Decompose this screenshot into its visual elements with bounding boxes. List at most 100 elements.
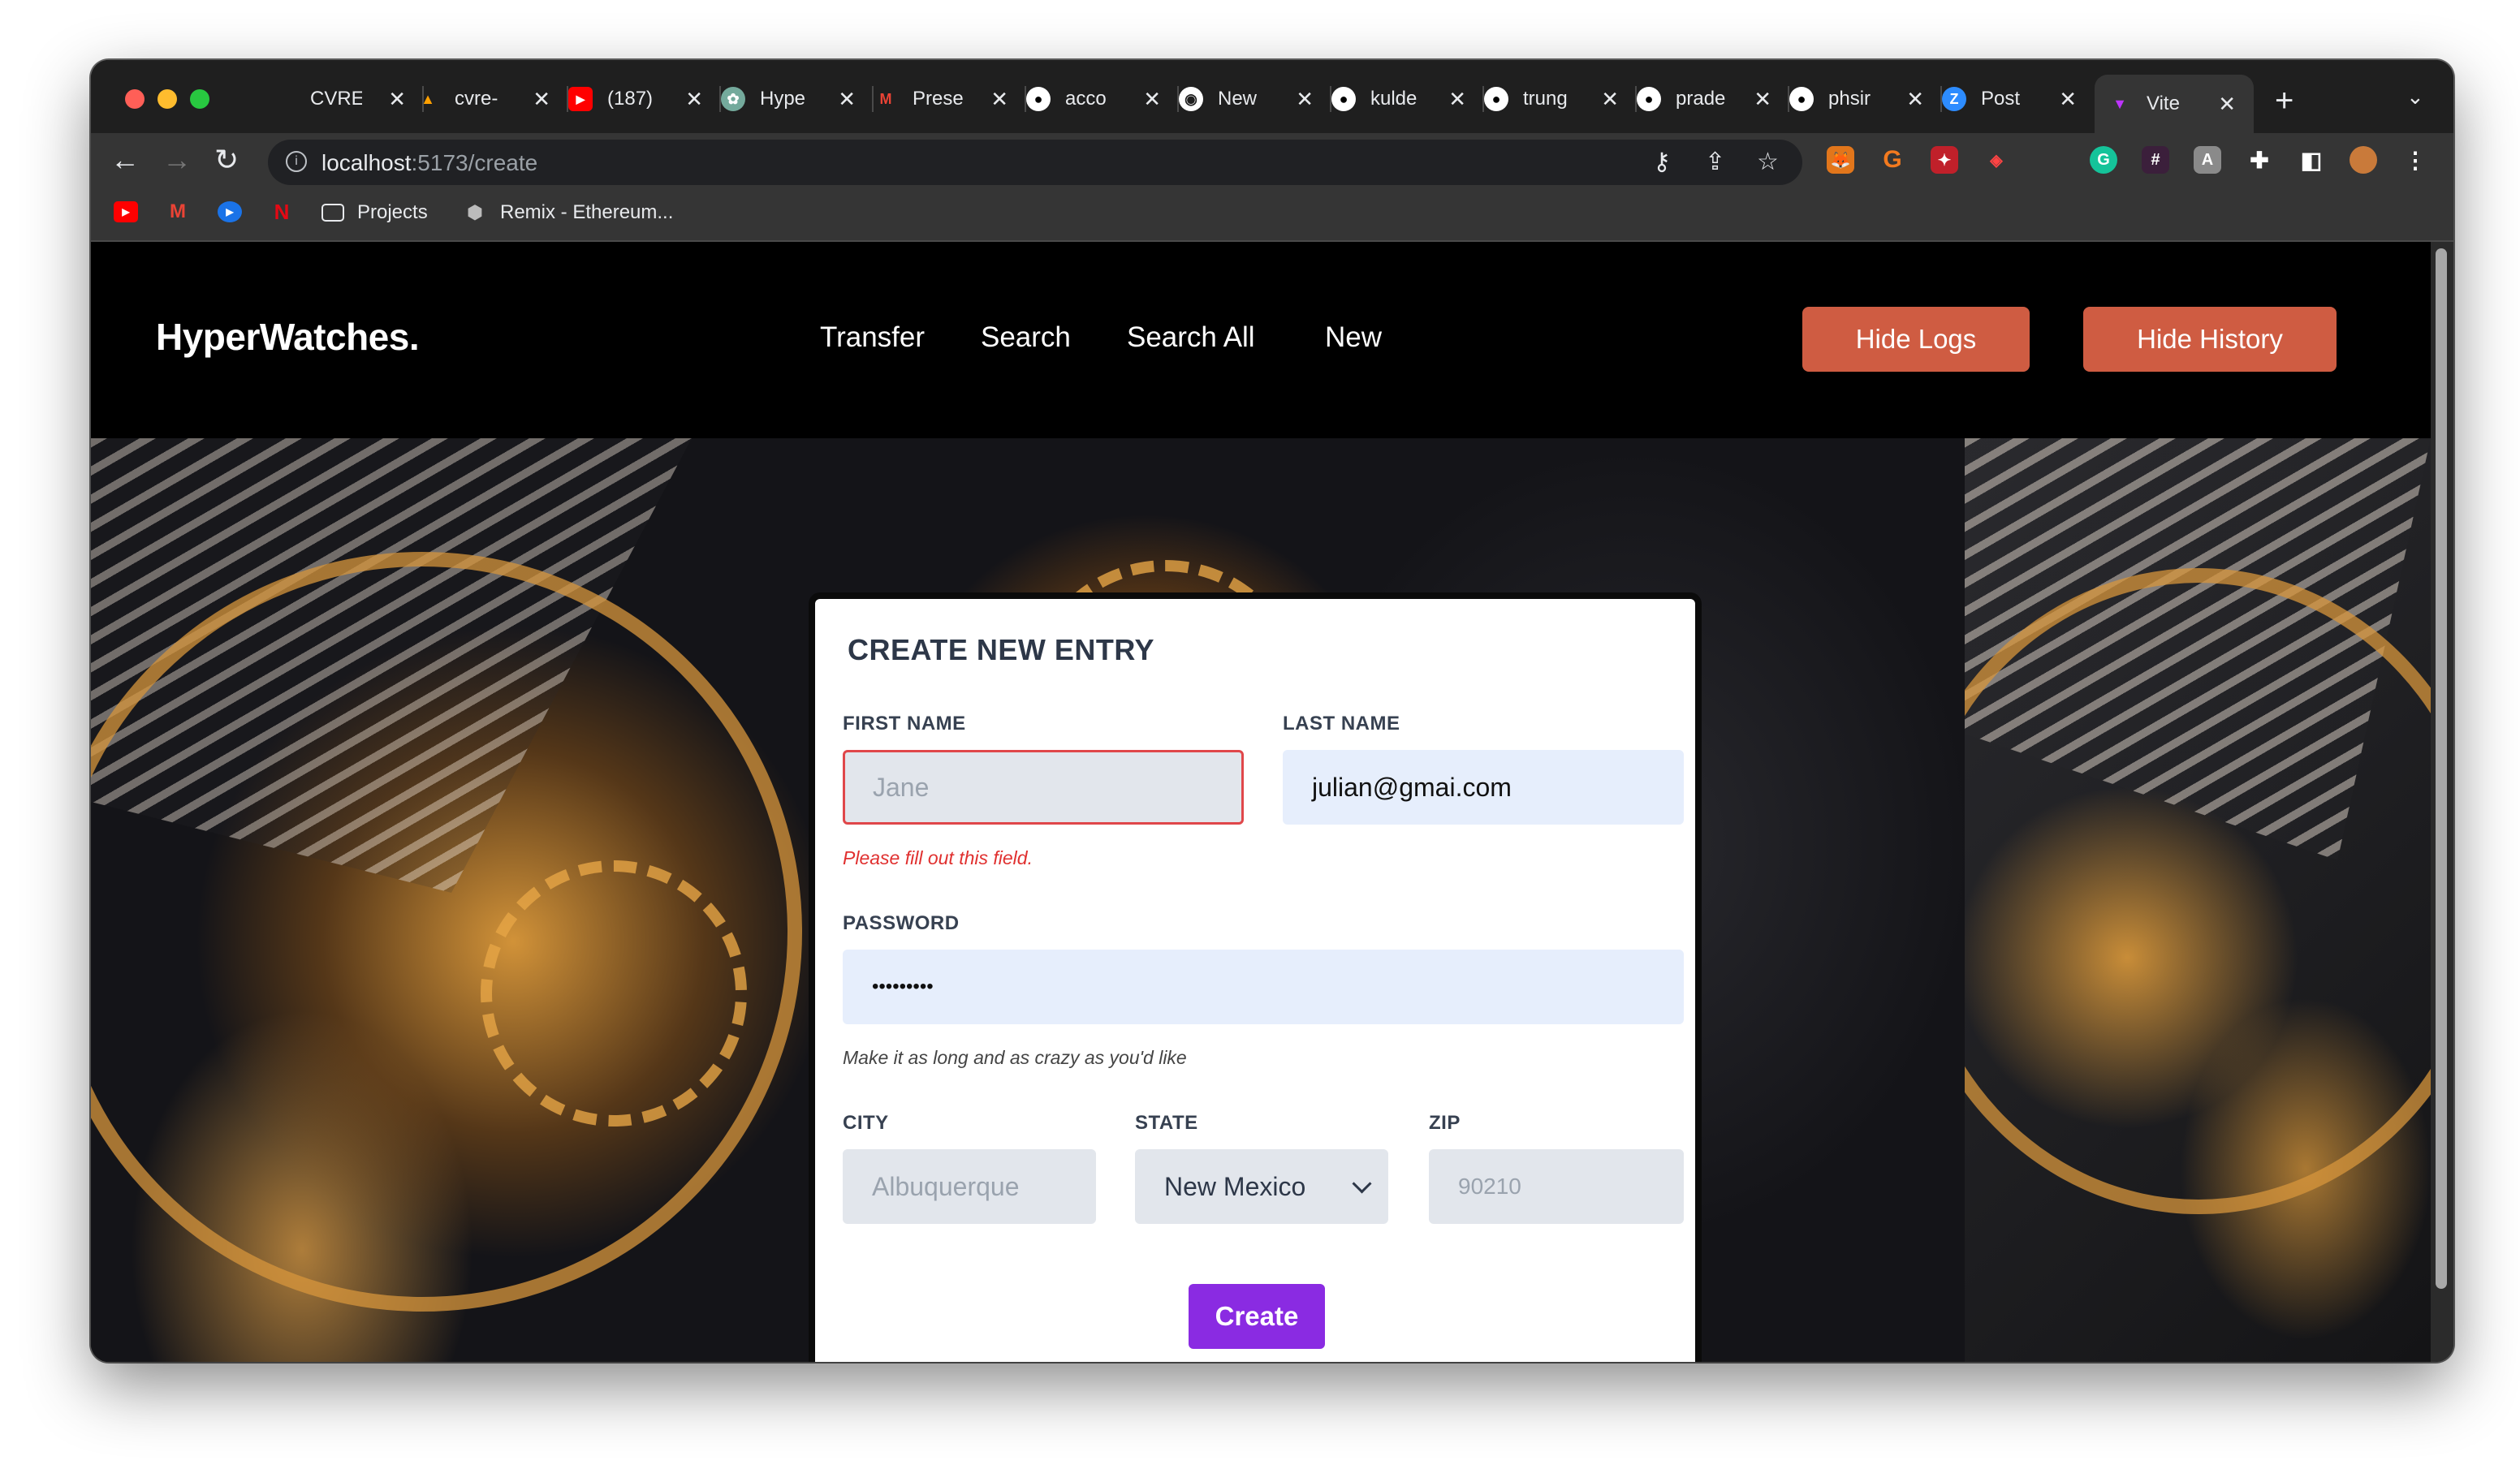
vite-icon: ▼ xyxy=(2112,95,2127,112)
zip-placeholder: 90210 xyxy=(1458,1174,1521,1199)
nav-transfer[interactable]: Transfer xyxy=(820,321,925,354)
color-picker-icon[interactable]: ◈ xyxy=(1983,146,2010,174)
bookmark-netflix[interactable]: N xyxy=(270,200,294,224)
forward-button[interactable]: → xyxy=(162,143,192,177)
close-icon[interactable]: ✕ xyxy=(1296,87,1314,112)
close-icon[interactable]: ✕ xyxy=(685,87,703,112)
tab-github-trung[interactable]: ● trung ✕ xyxy=(1484,75,1637,123)
tab-label: kulde xyxy=(1370,88,1418,110)
tab-chatgpt[interactable]: ✿ Hype ✕ xyxy=(721,75,874,123)
tab-youtube[interactable]: ▶ (187) ✕ xyxy=(568,75,721,123)
more-menu-icon[interactable]: ⋮ xyxy=(2401,146,2429,174)
close-icon[interactable]: ✕ xyxy=(388,87,406,112)
tab-github-acco[interactable]: ● acco ✕ xyxy=(1026,75,1179,123)
firebase-icon: ▲ xyxy=(421,90,435,107)
site-navbar: HyperWatches. Transfer Search Search All… xyxy=(91,242,2431,438)
tab-cvre-firebase[interactable]: ▲ cvre- ✕ xyxy=(416,75,568,123)
tab-github-kulde[interactable]: ● kulde ✕ xyxy=(1331,75,1484,123)
info-icon[interactable]: i xyxy=(286,151,307,172)
play-icon: ▶ xyxy=(218,201,242,222)
tab-label: trung xyxy=(1523,88,1568,110)
zip-label: ZIP xyxy=(1429,1112,1461,1134)
hash-icon[interactable]: # xyxy=(2142,146,2169,174)
key-icon[interactable]: ⚷ xyxy=(1653,148,1671,176)
folder-icon xyxy=(321,204,344,222)
tab-github-phsir[interactable]: ● phsir ✕ xyxy=(1789,75,1942,123)
zip-input[interactable]: 90210 xyxy=(1429,1149,1684,1224)
chevron-down-icon[interactable]: ⌄ xyxy=(2406,84,2424,110)
nav-search-all[interactable]: Search All xyxy=(1127,321,1255,354)
side-panel-icon[interactable]: ◧ xyxy=(2298,146,2325,174)
hide-logs-button[interactable]: Hide Logs xyxy=(1802,307,2030,372)
bookmark-projects[interactable]: Projects xyxy=(321,201,428,224)
github-icon: ● xyxy=(1026,87,1051,111)
maximize-window-button[interactable] xyxy=(190,89,209,109)
reload-button[interactable]: ↻ xyxy=(214,143,239,177)
gmail-icon: M xyxy=(170,200,186,222)
url-text[interactable]: localhost:5173/create xyxy=(321,150,537,176)
close-icon[interactable]: ✕ xyxy=(1601,87,1619,112)
tab-label: New xyxy=(1218,88,1258,110)
bookmark-gmail[interactable]: M xyxy=(166,200,190,222)
nav-new[interactable]: New xyxy=(1325,321,1382,354)
close-icon[interactable]: ✕ xyxy=(1448,87,1466,112)
close-icon[interactable]: ✕ xyxy=(990,87,1008,112)
city-input[interactable]: Albuquerque xyxy=(843,1149,1096,1224)
bookmark-play[interactable]: ▶ xyxy=(218,201,242,222)
tab-cvre[interactable]: CVRE ✕ xyxy=(271,75,424,123)
bookmark-remix[interactable]: ⬢ Remix - Ethereum... xyxy=(463,201,673,224)
close-icon[interactable]: ✕ xyxy=(2059,87,2077,112)
nav-search[interactable]: Search xyxy=(981,321,1071,354)
tab-label: phsir xyxy=(1828,88,1871,110)
tab-github-prade[interactable]: ● prade ✕ xyxy=(1637,75,1789,123)
grammarly-icon[interactable]: G xyxy=(2090,146,2117,174)
close-icon[interactable]: ✕ xyxy=(838,87,856,112)
tab-label: cvre- xyxy=(455,88,498,110)
close-icon[interactable]: ✕ xyxy=(2218,92,2236,117)
bookmark-youtube[interactable]: ▶ xyxy=(114,201,138,222)
share-icon[interactable]: ⇪ xyxy=(1705,148,1725,176)
city-placeholder: Albuquerque xyxy=(872,1171,1020,1201)
metamask-icon[interactable]: 🦊 xyxy=(1827,146,1854,174)
scrollbar-thumb[interactable] xyxy=(2436,248,2447,1289)
profile-avatar[interactable] xyxy=(2350,146,2377,174)
tab-gmail[interactable]: M Prese ✕ xyxy=(874,75,1026,123)
tab-label: Prese xyxy=(913,88,964,110)
back-button[interactable]: ← xyxy=(110,143,140,177)
chatgpt-icon: ✿ xyxy=(721,87,745,111)
tab-strip: CVRE ✕ ▲ cvre- ✕ ▶ (187) ✕ ✿ Hype ✕ M Pr… xyxy=(91,60,2453,133)
address-bar[interactable]: i localhost:5173/create ⚷ ⇪ ☆ xyxy=(268,140,1802,185)
close-icon[interactable]: ✕ xyxy=(1754,87,1771,112)
state-value: New Mexico xyxy=(1164,1171,1306,1201)
hide-history-button[interactable]: Hide History xyxy=(2083,307,2337,372)
tab-vite-active[interactable]: ▼ Vite ✕ xyxy=(2095,75,2254,133)
extension-red-icon[interactable]: ✦ xyxy=(1931,146,1958,174)
translate-icon[interactable]: A xyxy=(2194,146,2221,174)
first-name-input[interactable]: Jane xyxy=(843,750,1244,825)
gear-decoration xyxy=(481,860,747,1127)
chrome-icon: ◉ xyxy=(1179,87,1203,111)
minimize-window-button[interactable] xyxy=(158,89,177,109)
browser-window: CVRE ✕ ▲ cvre- ✕ ▶ (187) ✕ ✿ Hype ✕ M Pr… xyxy=(91,60,2453,1362)
new-tab-button[interactable]: + xyxy=(2275,83,2293,119)
create-button[interactable]: Create xyxy=(1189,1284,1325,1349)
tab-new[interactable]: ◉ New ✕ xyxy=(1179,75,1331,123)
extensions-puzzle-icon[interactable]: ✚ xyxy=(2246,146,2273,174)
tab-zoom-post[interactable]: Z Post ✕ xyxy=(1942,75,2095,123)
close-icon[interactable]: ✕ xyxy=(1906,87,1924,112)
close-window-button[interactable] xyxy=(125,89,145,109)
github-icon: ● xyxy=(1331,87,1356,111)
last-name-input[interactable]: julian@gmai.com xyxy=(1283,750,1684,825)
close-icon[interactable]: ✕ xyxy=(1143,87,1161,112)
last-name-value: julian@gmai.com xyxy=(1312,772,1512,802)
extension-g-icon[interactable]: G xyxy=(1879,146,1906,174)
password-input[interactable]: ••••••••• xyxy=(843,950,1684,1024)
github-icon: ● xyxy=(1637,87,1661,111)
first-name-label: FIRST NAME xyxy=(843,713,966,734)
tab-label: CVRE xyxy=(310,88,362,110)
password-value: ••••••••• xyxy=(872,976,934,997)
bookmark-star-icon[interactable]: ☆ xyxy=(1757,148,1779,176)
state-select[interactable]: New Mexico xyxy=(1135,1149,1388,1224)
site-logo[interactable]: HyperWatches. xyxy=(156,315,420,359)
close-icon[interactable]: ✕ xyxy=(533,87,550,112)
